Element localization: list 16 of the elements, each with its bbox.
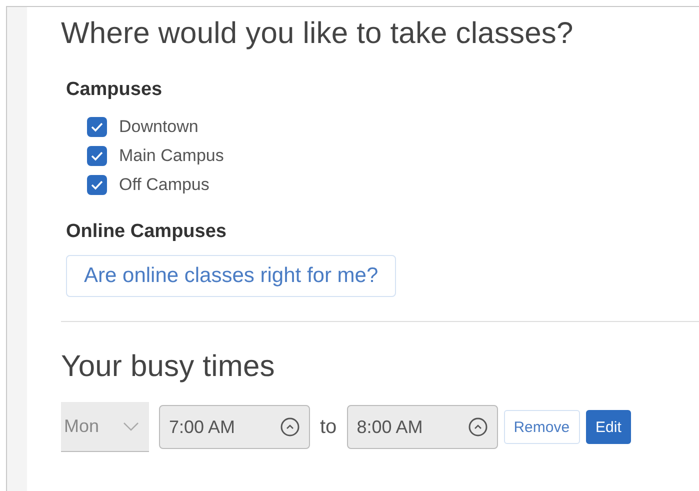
section-title: Online Campuses xyxy=(66,221,228,243)
online-info-link[interactable]: Are online classes right for me? xyxy=(66,255,396,297)
page-heading: Where would you like to take classes? xyxy=(61,17,574,51)
checkbox-label: Downtown xyxy=(119,117,198,137)
section-title: Campuses xyxy=(66,79,164,101)
checkbox-label: Off Campus xyxy=(119,175,210,195)
check-icon xyxy=(90,120,104,134)
checkbox-label: Main Campus xyxy=(119,146,224,166)
section-heading: Your busy times xyxy=(61,350,276,384)
checkbox[interactable] xyxy=(87,146,107,166)
check-icon xyxy=(90,149,104,163)
chevron-down-icon xyxy=(123,422,139,432)
checkbox[interactable] xyxy=(87,117,107,137)
checkbox[interactable] xyxy=(87,175,107,195)
separator-text: to xyxy=(320,416,337,438)
check-icon xyxy=(90,178,104,192)
